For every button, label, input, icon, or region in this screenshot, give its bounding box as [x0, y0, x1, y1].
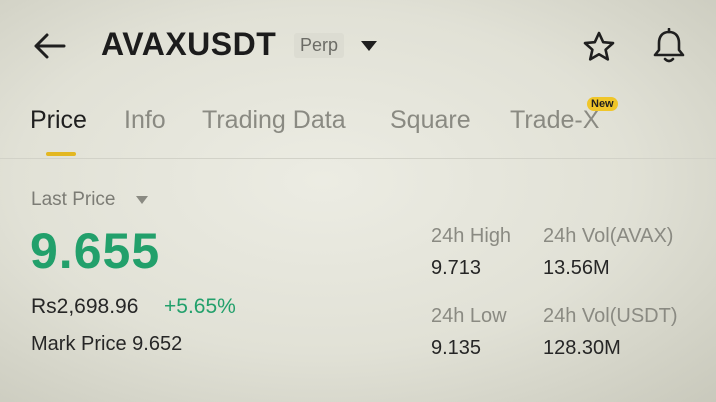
- 24h-vol-quote-value: 128.30M: [543, 337, 621, 359]
- last-price-value: 9.655: [30, 223, 161, 279]
- 24h-low-value: 9.135: [431, 337, 482, 359]
- last-price-label[interactable]: Last Price: [31, 189, 115, 211]
- 24h-vol-base-value: 13.56M: [543, 257, 610, 279]
- 24h-high-label: 24h High: [431, 225, 512, 247]
- fiat-price: Rs2,698.96: [31, 295, 139, 318]
- mark-price-label: Mark Price: [31, 333, 127, 355]
- active-tab-indicator: [46, 152, 76, 156]
- caret-down-icon[interactable]: [358, 38, 380, 54]
- star-icon[interactable]: [580, 28, 618, 66]
- price-change-percent: +5.65%: [164, 295, 236, 318]
- tab-trade-x[interactable]: Trade-X: [510, 106, 599, 135]
- tab-trading-data[interactable]: Trading Data: [202, 106, 346, 135]
- tab-divider: [0, 158, 716, 159]
- 24h-high-value: 9.713: [431, 257, 482, 279]
- tab-info[interactable]: Info: [124, 106, 166, 135]
- contract-type-badge[interactable]: Perp: [294, 33, 345, 58]
- 24h-low-label: 24h Low: [431, 305, 507, 327]
- tab-price[interactable]: Price: [30, 106, 87, 135]
- symbol-title[interactable]: AVAXUSDT: [101, 26, 276, 63]
- bell-icon[interactable]: [650, 26, 688, 66]
- caret-down-icon[interactable]: [134, 194, 150, 206]
- mark-price-value: 9.652: [132, 333, 183, 355]
- 24h-vol-quote-label: 24h Vol(USDT): [543, 305, 678, 327]
- mark-price: Mark Price 9.652: [31, 333, 182, 356]
- new-badge: New: [587, 97, 618, 111]
- 24h-vol-base-label: 24h Vol(AVAX): [543, 225, 674, 247]
- tab-square[interactable]: Square: [390, 106, 471, 135]
- back-arrow-icon[interactable]: [30, 28, 68, 64]
